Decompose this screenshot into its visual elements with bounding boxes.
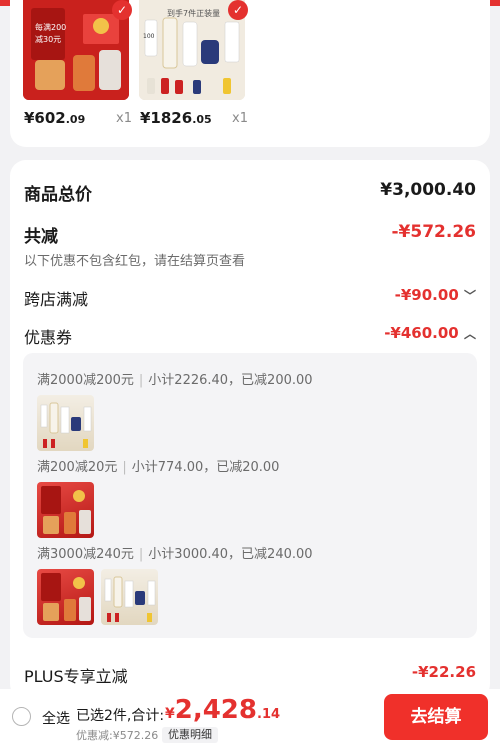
- coupon-detail: 小计774.00，已减20.00: [131, 460, 280, 475]
- select-all-label[interactable]: 全选: [42, 708, 70, 728]
- selected-count: 已选2件,合计:: [76, 708, 165, 724]
- coupon-row[interactable]: -¥460.00 ︿: [384, 324, 476, 342]
- product-price-1: ¥602.09: [24, 109, 85, 127]
- product-card: 每满200 减30元 到手7件正装量 100 ✓ ✓ ¥602.09 x1 ¥1…: [10, 0, 490, 147]
- coupon-label: 优惠券: [24, 328, 73, 347]
- coupon-rule: 满2000减200元: [37, 373, 134, 388]
- coupon-line-2: 满200减20元 | 小计774.00，已减20.00: [37, 460, 280, 475]
- coupon-value: -¥460.00: [384, 324, 459, 342]
- total-label: 商品总价: [24, 185, 92, 205]
- reduce-value: -¥572.26: [391, 222, 477, 242]
- plus-value: -¥22.26: [411, 663, 476, 681]
- cross-store-value: -¥90.00: [394, 286, 459, 304]
- product-qty-2: x1: [232, 111, 248, 126]
- chevron-up-icon[interactable]: ︿: [464, 327, 476, 341]
- coupon-product-thumb: [37, 395, 94, 451]
- discount-summary: 优惠减:¥572.26: [76, 729, 159, 742]
- price-integer: ¥1826: [140, 109, 193, 127]
- total-amount: ¥2,428.14: [165, 695, 280, 725]
- coupon-detail: 小计2226.40，已减200.00: [148, 373, 313, 388]
- coupon-product-thumb: [101, 569, 158, 625]
- checkmark-icon[interactable]: ✓: [112, 0, 132, 20]
- checkmark-icon[interactable]: ✓: [228, 0, 248, 20]
- plus-label: PLUS专享立减: [24, 667, 128, 686]
- coupon-rule: 满3000减240元: [37, 547, 134, 562]
- coupon-product-thumb: [37, 569, 94, 625]
- select-all-radio[interactable]: [12, 707, 31, 726]
- svg-text:100: 100: [143, 33, 155, 40]
- currency-symbol: ¥: [165, 706, 175, 722]
- price-decimal: .09: [65, 113, 86, 126]
- chevron-down-icon[interactable]: ﹀: [464, 289, 476, 303]
- total-value: ¥3,000.40: [380, 180, 476, 200]
- total-decimal: .14: [257, 707, 281, 722]
- reduce-note: 以下优惠不包含红包，请在结算页查看: [24, 254, 246, 269]
- total-integer: 2,428: [174, 695, 257, 725]
- svg-text:减30元: 减30元: [35, 34, 61, 44]
- svg-text:到手7件正装量: 到手7件正装量: [167, 8, 220, 18]
- cross-store-row[interactable]: -¥90.00 ﹀: [395, 286, 476, 304]
- cross-store-label: 跨店满减: [24, 290, 89, 309]
- coupon-detail: 小计3000.40，已减240.00: [148, 547, 313, 562]
- price-integer: ¥602: [24, 109, 66, 127]
- reduce-label: 共减: [24, 227, 58, 247]
- checkout-button[interactable]: 去结算: [384, 694, 488, 740]
- coupon-detail-box: 满2000减200元 | 小计2226.40，已减200.00 满200减20元 | 小…: [23, 353, 477, 638]
- checkout-bar: 全选 已选2件,合计: ¥2,428.14 优惠减:¥572.26 优惠明细 去…: [0, 689, 500, 745]
- coupon-line-1: 满2000减200元 | 小计2226.40，已减200.00: [37, 373, 313, 388]
- discount-detail-button[interactable]: 优惠明细: [162, 727, 218, 743]
- coupon-rule: 满200减20元: [37, 460, 118, 475]
- svg-text:每满200: 每满200: [35, 22, 66, 32]
- coupon-line-3: 满3000减240元 | 小计3000.40，已减240.00: [37, 547, 313, 562]
- price-summary-card: 商品总价 ¥3,000.40 共减 -¥572.26 以下优惠不包含红包，请在结…: [10, 160, 490, 700]
- price-decimal: .05: [192, 113, 212, 126]
- product-qty-1: x1: [116, 111, 132, 126]
- product-price-2: ¥1826.05: [140, 109, 212, 127]
- coupon-product-thumb: [37, 482, 94, 538]
